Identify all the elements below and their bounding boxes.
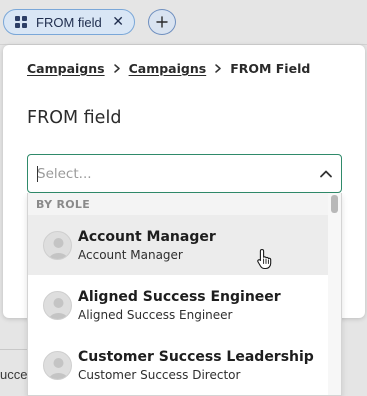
option-subtitle: Aligned Success Engineer bbox=[78, 307, 233, 322]
filter-chip-from-field[interactable]: FROM field ✕ bbox=[3, 9, 135, 35]
avatar bbox=[43, 350, 72, 380]
option-name: Account Manager bbox=[78, 228, 216, 245]
grid-icon bbox=[15, 16, 27, 28]
chevron-up-icon[interactable] bbox=[319, 167, 333, 181]
divider bbox=[0, 349, 30, 350]
role-select[interactable] bbox=[27, 154, 342, 193]
add-filter-button[interactable] bbox=[148, 9, 176, 35]
scrollbar[interactable] bbox=[328, 193, 341, 395]
breadcrumb-current: FROM Field bbox=[230, 61, 311, 76]
chevron-right-icon bbox=[113, 64, 120, 73]
panel-title: FROM field bbox=[27, 108, 122, 128]
scrollbar-thumb[interactable] bbox=[331, 195, 338, 213]
option-name: Customer Success Leadership bbox=[78, 348, 314, 365]
filter-chip-label: FROM field bbox=[36, 14, 102, 30]
option-customer-success-leadership[interactable]: Customer Success Leadership Customer Suc… bbox=[28, 335, 341, 395]
text-cursor bbox=[37, 166, 38, 182]
plus-icon bbox=[156, 16, 168, 28]
breadcrumb: Campaigns Campaigns FROM Field bbox=[27, 61, 310, 76]
option-account-manager[interactable]: Account Manager Account Manager bbox=[28, 215, 341, 275]
option-aligned-success-engineer[interactable]: Aligned Success Engineer Aligned Success… bbox=[28, 275, 341, 335]
group-header: BY ROLE bbox=[28, 193, 341, 215]
breadcrumb-link-campaigns-2[interactable]: Campaigns bbox=[129, 61, 207, 76]
hand-cursor-icon bbox=[257, 248, 272, 270]
option-name: Aligned Success Engineer bbox=[78, 288, 281, 305]
breadcrumb-link-campaigns[interactable]: Campaigns bbox=[27, 61, 105, 76]
avatar bbox=[43, 230, 72, 260]
select-dropdown: BY ROLE Account Manager Account Manager … bbox=[27, 193, 342, 396]
background-row-text: ucce bbox=[0, 367, 28, 382]
option-subtitle: Account Manager bbox=[78, 247, 183, 262]
avatar bbox=[43, 290, 72, 320]
chevron-right-icon bbox=[215, 64, 221, 73]
option-subtitle: Customer Success Director bbox=[78, 367, 241, 382]
select-input[interactable] bbox=[37, 155, 297, 192]
close-icon[interactable]: ✕ bbox=[112, 13, 124, 31]
